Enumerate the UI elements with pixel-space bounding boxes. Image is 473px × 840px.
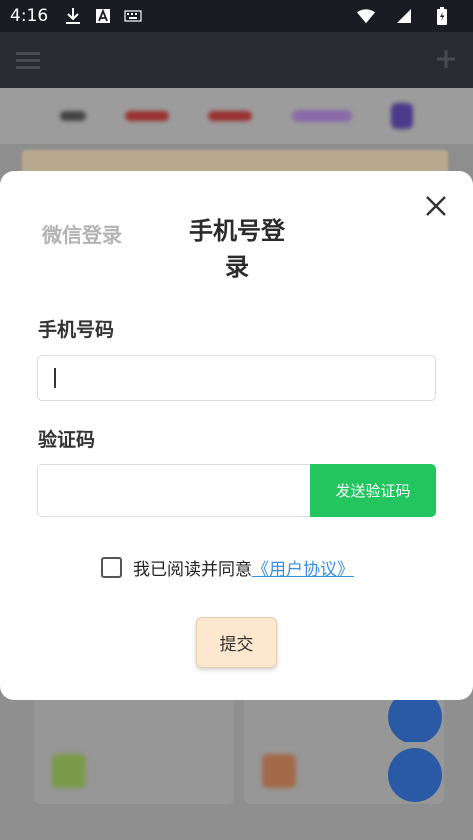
tab-phone-login[interactable]: 手机号登录 [181,213,293,285]
menu-icon [16,50,40,70]
wifi-icon [357,7,375,25]
a-notification-icon [94,7,112,25]
background-app-tabs [0,88,473,144]
agreement-row: 我已阅读并同意 《用户协议》 [101,555,354,580]
submit-button[interactable]: 提交 [196,617,277,668]
close-button[interactable] [421,193,451,223]
agree-checkbox[interactable] [101,556,122,578]
background-app-header [0,32,473,88]
verification-code-input[interactable] [37,464,312,517]
background-fab [388,748,442,802]
send-code-button[interactable]: 发送验证码 [310,464,436,517]
login-modal: 微信登录 手机号登录 手机号码 验证码 发送验证码 我已阅读并同意 《用户协议》… [0,171,473,700]
battery-icon [433,7,451,25]
phone-label: 手机号码 [38,319,115,341]
code-label: 验证码 [38,429,96,451]
plus-icon [435,48,457,70]
user-agreement-link[interactable]: 《用户协议》 [252,555,354,580]
text-caret [54,368,56,388]
background-blob [262,754,296,788]
tab-wechat-login[interactable]: 微信登录 [42,219,122,248]
close-icon [425,195,447,221]
background-blob [52,754,86,788]
status-bar: 4:16 [0,0,473,32]
background-app-body [0,690,473,840]
signal-icon [395,7,413,25]
keyboard-icon [124,7,142,25]
phone-input[interactable] [37,355,436,401]
download-icon [64,7,82,25]
agree-text: 我已阅读并同意 [133,559,252,580]
status-time: 4:16 [10,6,49,26]
